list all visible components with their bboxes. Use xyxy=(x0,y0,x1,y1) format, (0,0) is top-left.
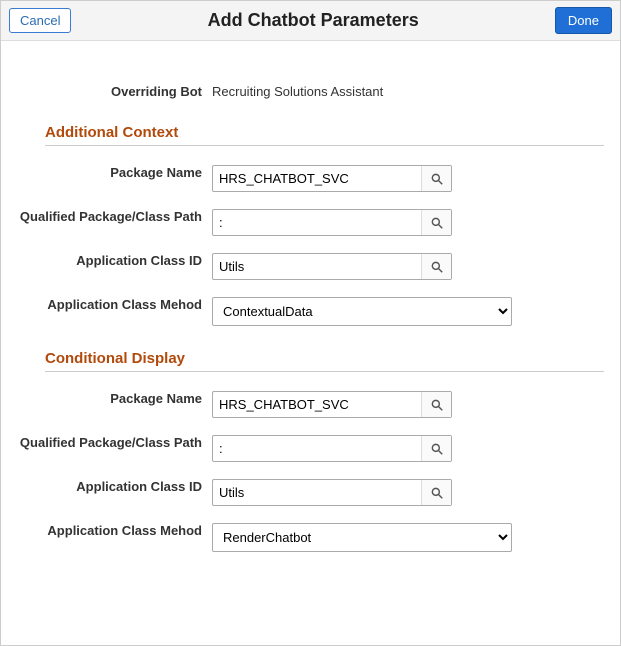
search-icon xyxy=(430,172,444,186)
section-divider xyxy=(45,145,604,146)
cd-app-class-id-label: Application Class ID xyxy=(17,474,212,495)
cd-app-class-id-input[interactable] xyxy=(213,480,421,505)
ac-package-name-label: Package Name xyxy=(17,160,212,181)
cd-qualified-path-lookup[interactable] xyxy=(421,436,451,461)
overriding-bot-label: Overriding Bot xyxy=(17,79,212,100)
overriding-bot-row: Overriding Bot Recruiting Solutions Assi… xyxy=(17,79,604,100)
ac-app-class-id-lookup[interactable] xyxy=(421,254,451,279)
ac-package-name-field xyxy=(212,165,452,192)
cd-app-class-method-row: Application Class Mehod RenderChatbot xyxy=(17,518,604,552)
section-divider xyxy=(45,371,604,372)
cd-app-class-id-row: Application Class ID xyxy=(17,474,604,506)
ac-qualified-path-lookup[interactable] xyxy=(421,210,451,235)
ac-app-class-id-label: Application Class ID xyxy=(17,248,212,269)
cd-package-name-row: Package Name xyxy=(17,386,604,418)
ac-qualified-path-input[interactable] xyxy=(213,210,421,235)
search-icon xyxy=(430,486,444,500)
dialog-title: Add Chatbot Parameters xyxy=(208,10,419,31)
ac-qualified-path-label: Qualified Package/Class Path xyxy=(17,204,212,225)
search-icon xyxy=(430,260,444,274)
overriding-bot-value: Recruiting Solutions Assistant xyxy=(212,79,604,99)
section-title-additional-context: Additional Context xyxy=(45,124,604,141)
search-icon xyxy=(430,442,444,456)
ac-package-name-row: Package Name xyxy=(17,160,604,192)
ac-app-class-id-field xyxy=(212,253,452,280)
done-button[interactable]: Done xyxy=(555,7,612,34)
search-icon xyxy=(430,216,444,230)
cancel-button[interactable]: Cancel xyxy=(9,8,71,33)
ac-app-class-id-input[interactable] xyxy=(213,254,421,279)
cd-package-name-label: Package Name xyxy=(17,386,212,407)
ac-app-class-id-row: Application Class ID xyxy=(17,248,604,280)
cd-package-name-field xyxy=(212,391,452,418)
cd-qualified-path-label: Qualified Package/Class Path xyxy=(17,430,212,451)
cd-qualified-path-input[interactable] xyxy=(213,436,421,461)
cd-package-name-input[interactable] xyxy=(213,392,421,417)
ac-package-name-lookup[interactable] xyxy=(421,166,451,191)
cd-app-class-method-label: Application Class Mehod xyxy=(17,518,212,539)
search-icon xyxy=(430,398,444,412)
cd-app-class-id-lookup[interactable] xyxy=(421,480,451,505)
cd-app-class-method-select[interactable]: RenderChatbot xyxy=(212,523,512,552)
section-title-conditional-display: Conditional Display xyxy=(45,350,604,367)
ac-app-class-method-row: Application Class Mehod ContextualData xyxy=(17,292,604,326)
ac-app-class-method-label: Application Class Mehod xyxy=(17,292,212,313)
dialog-body: Overriding Bot Recruiting Solutions Assi… xyxy=(1,41,620,594)
dialog-header: Cancel Add Chatbot Parameters Done xyxy=(1,1,620,41)
cd-qualified-path-field xyxy=(212,435,452,462)
ac-qualified-path-row: Qualified Package/Class Path xyxy=(17,204,604,236)
cd-qualified-path-row: Qualified Package/Class Path xyxy=(17,430,604,462)
ac-package-name-input[interactable] xyxy=(213,166,421,191)
cd-package-name-lookup[interactable] xyxy=(421,392,451,417)
ac-app-class-method-select[interactable]: ContextualData xyxy=(212,297,512,326)
ac-qualified-path-field xyxy=(212,209,452,236)
cd-app-class-id-field xyxy=(212,479,452,506)
